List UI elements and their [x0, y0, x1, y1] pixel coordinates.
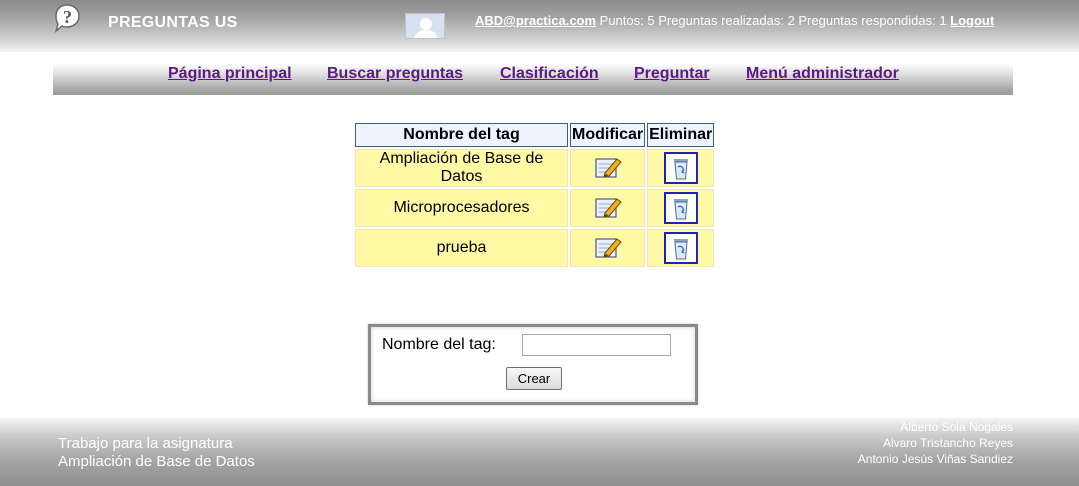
- tag-name-cell: Microprocesadores: [355, 189, 568, 227]
- tag-name-input[interactable]: [522, 334, 671, 356]
- nav-pagina-principal[interactable]: Página principal: [168, 65, 292, 83]
- modify-cell: [570, 149, 646, 187]
- column-header-delete: Eliminar: [647, 123, 715, 147]
- nav-menu-administrador[interactable]: Menú administrador: [746, 65, 899, 83]
- edit-pencil-icon[interactable]: [594, 195, 622, 221]
- header: ? PREGUNTAS US ABD@practica.com Puntos: …: [0, 0, 1079, 52]
- edit-pencil-icon[interactable]: [594, 235, 622, 261]
- logout-link[interactable]: Logout: [950, 13, 994, 28]
- user-silhouette-icon: [405, 13, 445, 39]
- footer-course-info: Trabajo para la asignatura Ampliación de…: [58, 435, 255, 471]
- nav-preguntar[interactable]: Preguntar: [634, 65, 710, 83]
- nav-buscar-preguntas[interactable]: Buscar preguntas: [327, 65, 463, 83]
- tag-name-cell: Ampliación de Base de Datos: [355, 149, 568, 187]
- create-tag-form: Nombre del tag: Crear: [368, 324, 698, 405]
- tag-name-label: Nombre del tag:: [382, 336, 496, 353]
- footer-line-2: Ampliación de Base de Datos: [58, 453, 255, 470]
- tag-name-cell: prueba: [355, 229, 568, 267]
- delete-cell: [647, 149, 715, 187]
- modify-cell: [570, 189, 646, 227]
- create-button[interactable]: Crear: [506, 367, 562, 390]
- svg-text:?: ?: [63, 7, 72, 27]
- table-row: Microprocesadores: [355, 189, 715, 227]
- edit-pencil-icon[interactable]: [594, 155, 622, 181]
- delete-cell: [647, 229, 715, 267]
- author-name: Alvaro Tristancho Reyes: [882, 436, 1013, 450]
- table-row: Ampliación de Base de Datos: [355, 149, 715, 187]
- column-header-modify: Modificar: [570, 123, 646, 147]
- recycle-bin-icon[interactable]: [663, 152, 698, 184]
- recycle-bin-icon[interactable]: [663, 232, 698, 264]
- footer: Trabajo para la asignatura Ampliación de…: [0, 418, 1079, 486]
- question-bubble-icon: ?: [52, 3, 82, 34]
- nav-clasificacion[interactable]: Clasificación: [500, 65, 599, 83]
- table-header-row: Nombre del tag Modificar Eliminar: [355, 123, 715, 147]
- user-stats: Puntos: 5 Preguntas realizadas: 2 Pregun…: [596, 13, 951, 28]
- modify-cell: [570, 229, 646, 267]
- user-email-link[interactable]: ABD@practica.com: [475, 13, 596, 28]
- user-info: ABD@practica.com Puntos: 5 Preguntas rea…: [475, 13, 994, 28]
- column-header-name: Nombre del tag: [355, 123, 568, 147]
- main-navbar: Página principal Buscar preguntas Clasif…: [53, 64, 1013, 95]
- author-name: Alberto Sola Nogales: [900, 420, 1013, 434]
- recycle-bin-icon[interactable]: [663, 192, 698, 224]
- delete-cell: [647, 189, 715, 227]
- footer-line-1: Trabajo para la asignatura: [58, 435, 233, 452]
- author-name: Antonio Jesús Viñas Sandiez: [857, 452, 1013, 466]
- tags-table: Nombre del tag Modificar Eliminar Amplia…: [353, 121, 716, 269]
- footer-authors: Alberto Sola Nogales Alvaro Tristancho R…: [858, 419, 1013, 467]
- site-title: PREGUNTAS US: [108, 14, 238, 31]
- table-row: prueba: [355, 229, 715, 267]
